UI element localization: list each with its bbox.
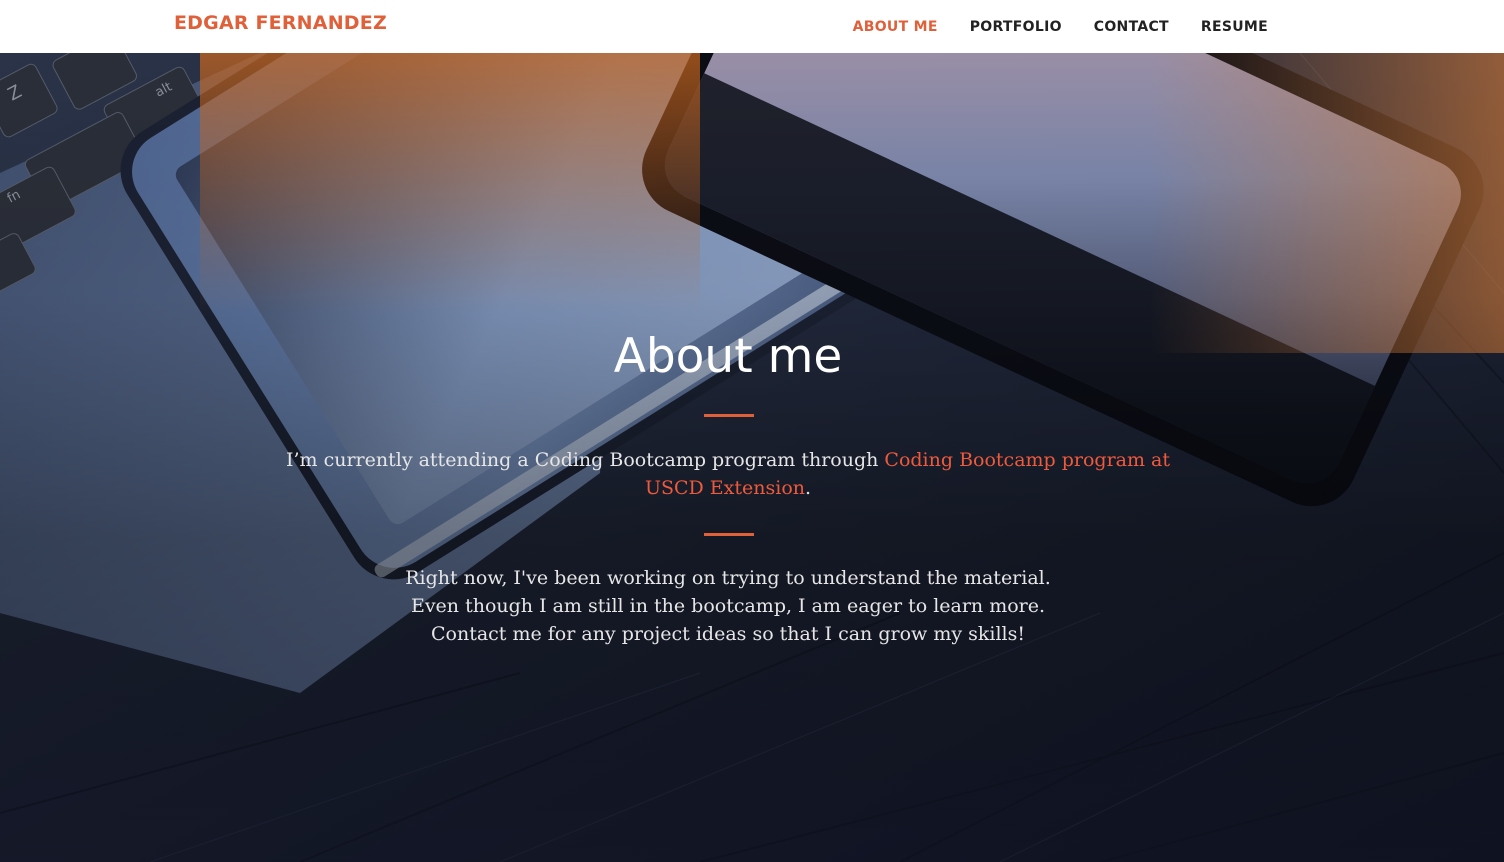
section-divider	[704, 533, 754, 536]
nav-link-contact[interactable]: CONTACT	[1078, 19, 1185, 35]
body-line-3: Contact me for any project ideas so that…	[430, 623, 1025, 645]
nav-links: ABOUT ME PORTFOLIO CONTACT RESUME	[837, 0, 1268, 53]
page-title: About me	[613, 329, 843, 384]
hero-section: Z alt fn About me I’m currently attendin…	[0, 53, 1504, 862]
brand-logo[interactable]: EDGAR FERNANDEZ	[174, 12, 387, 34]
title-divider	[704, 414, 754, 417]
about-body-text: Right now, I've been working on trying t…	[300, 564, 1156, 648]
nav-link-resume[interactable]: RESUME	[1185, 19, 1268, 35]
intro-text: I’m currently attending a Coding Bootcam…	[285, 449, 885, 471]
body-line-1: Right now, I've been working on trying t…	[405, 567, 1051, 589]
body-line-2: Even though I am still in the bootcamp, …	[410, 595, 1046, 617]
intro-period: .	[805, 477, 812, 499]
top-navbar: EDGAR FERNANDEZ ABOUT ME PORTFOLIO CONTA…	[0, 0, 1504, 53]
intro-paragraph: I’m currently attending a Coding Bootcam…	[280, 446, 1176, 502]
nav-link-portfolio[interactable]: PORTFOLIO	[954, 19, 1078, 35]
nav-link-about-me[interactable]: ABOUT ME	[837, 19, 954, 35]
